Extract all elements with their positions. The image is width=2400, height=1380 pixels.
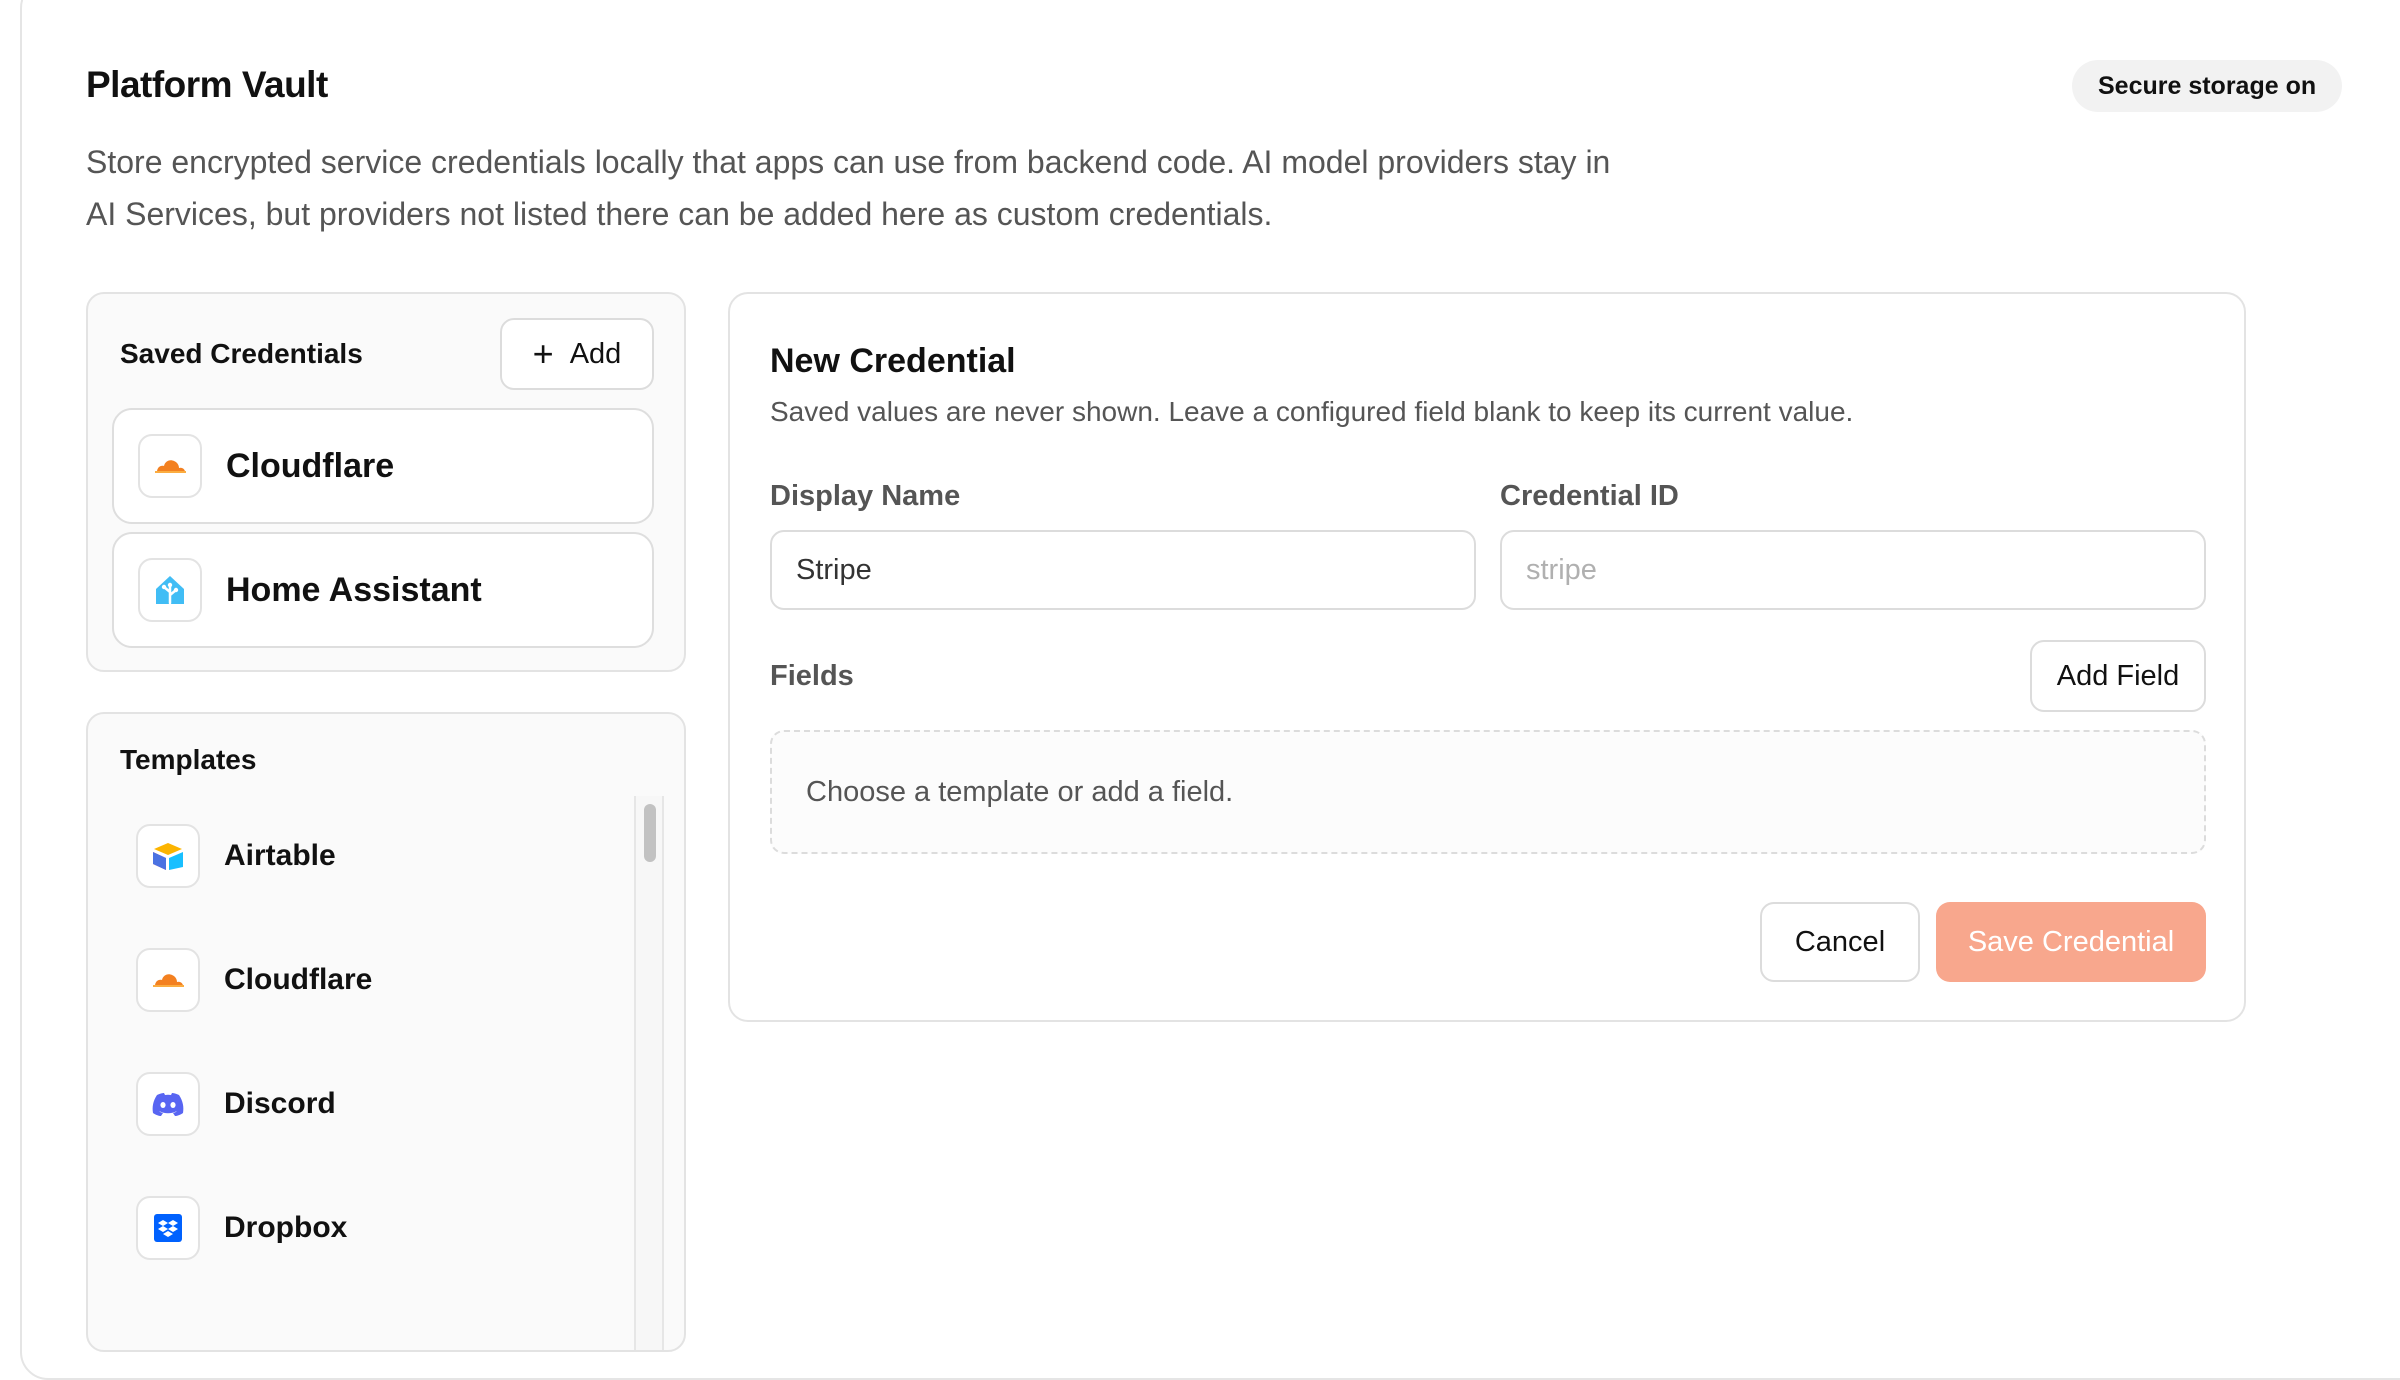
new-credential-form: New Credential Saved values are never sh… [728,292,2246,1022]
plus-icon: + [532,333,554,374]
saved-credential-home-assistant[interactable]: Home Assistant [112,532,654,648]
template-airtable[interactable]: Airtable [112,806,612,906]
templates-panel: Templates Airtable Cloudflare Discord Dr… [86,712,686,1352]
form-description: Saved values are never shown. Leave a co… [770,396,1854,427]
template-label: Discord [224,1087,336,1120]
templates-title: Templates [120,744,257,775]
templates-scrollbar[interactable] [634,796,664,1350]
saved-credentials-title: Saved Credentials [120,338,363,369]
templates-scrollbar-thumb[interactable] [644,804,656,862]
cloudflare-logo-icon [136,948,200,1012]
save-credential-button[interactable]: Save Credential [1936,902,2206,982]
credential-id-label: Credential ID [1500,480,1679,512]
form-title: New Credential [770,342,1016,380]
empty-fields-placeholder: Choose a template or add a field. [770,730,2206,854]
cancel-button[interactable]: Cancel [1760,902,1920,982]
display-name-label: Display Name [770,480,961,512]
page-description: Store encrypted service credentials loca… [86,144,1611,232]
fields-label: Fields [770,660,854,692]
discord-logo-icon [136,1072,200,1136]
template-dropbox[interactable]: Dropbox [112,1178,612,1278]
template-discord[interactable]: Discord [112,1054,612,1154]
page-title: Platform Vault [86,64,328,105]
airtable-logo-icon [136,824,200,888]
template-cloudflare[interactable]: Cloudflare [112,930,612,1030]
home-assistant-logo-icon [138,558,202,622]
template-label: Cloudflare [224,963,373,996]
display-name-input[interactable] [770,530,1476,610]
template-label: Dropbox [224,1211,348,1244]
saved-credential-label: Cloudflare [226,446,395,485]
status-badge: Secure storage on [2072,60,2343,112]
empty-fields-text: Choose a template or add a field. [806,775,1234,808]
saved-credential-cloudflare[interactable]: Cloudflare [112,408,654,524]
add-credential-button[interactable]: + Add [500,318,654,390]
dropbox-logo-icon [136,1196,200,1260]
credential-id-input[interactable] [1500,530,2206,610]
template-label: Airtable [224,839,336,872]
add-field-button[interactable]: Add Field [2030,640,2206,712]
add-credential-label: Add [569,337,622,370]
saved-credentials-panel: Saved Credentials + Add Cloudflare Home … [86,292,686,672]
saved-credential-label: Home Assistant [226,570,482,609]
cloudflare-logo-icon [138,434,202,498]
